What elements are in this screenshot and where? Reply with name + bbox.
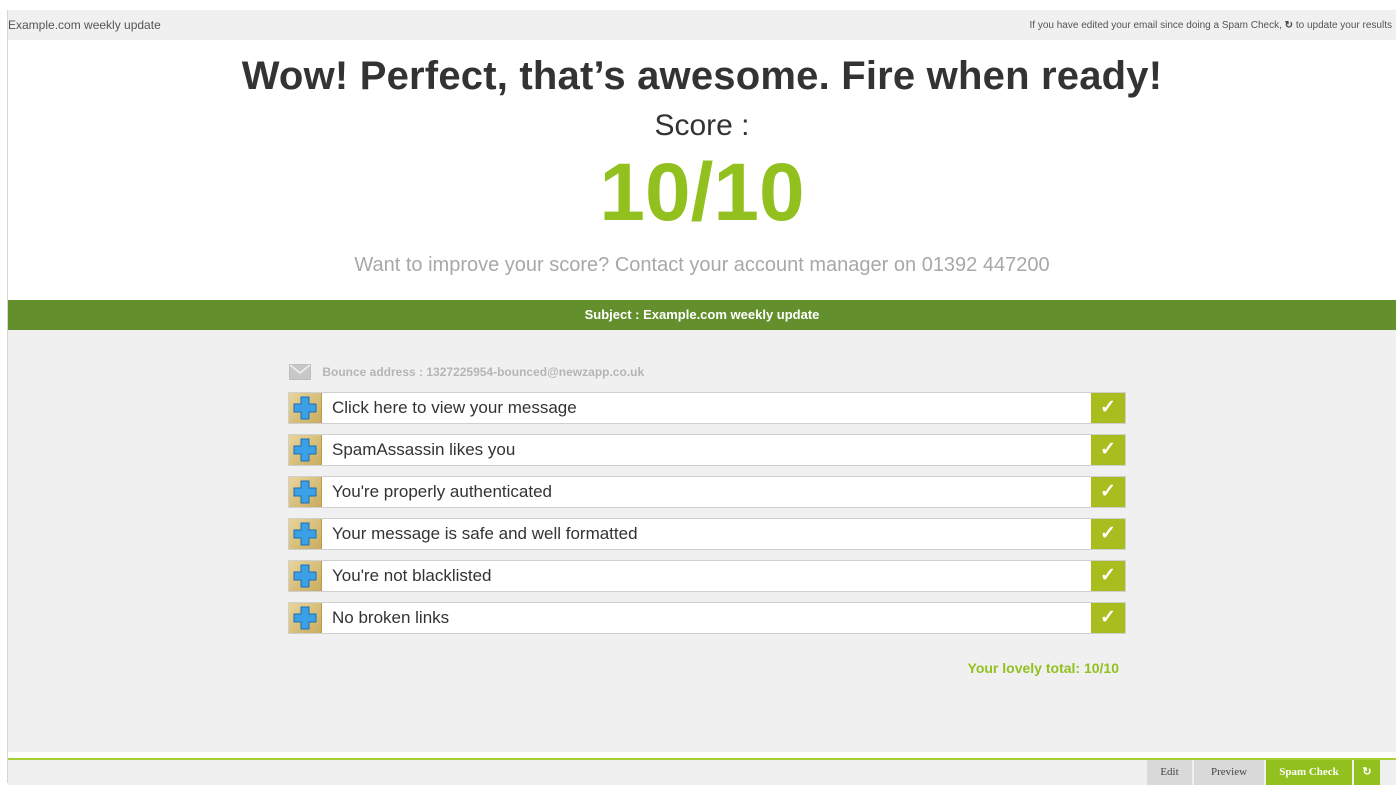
bounce-address-text: Bounce address : 1327225954-bounced@newz… <box>322 365 645 379</box>
refresh-notice-text-after: to update your results <box>1295 20 1392 31</box>
refresh-notice-text-before: If you have edited your email since doin… <box>1029 20 1282 31</box>
result-headline: Wow! Perfect, that’s awesome. Fire when … <box>241 54 1163 98</box>
check-list: Click here to view your message ✓ SpamAs… <box>288 392 1126 644</box>
expand-plus-icon[interactable] <box>289 393 322 423</box>
score-label: Score : <box>654 109 750 142</box>
total-score: Your lovely total: 10/10 <box>967 660 1119 676</box>
expand-plus-icon[interactable] <box>289 561 322 591</box>
expand-plus-icon[interactable] <box>289 477 322 507</box>
top-bar: Example.com weekly update If you have ed… <box>8 10 1396 40</box>
checkmark-icon: ✓ <box>1091 603 1125 633</box>
bottom-toolbar: Edit Preview Spam Check ↻ <box>8 758 1396 785</box>
check-label: No broken links <box>332 608 450 627</box>
check-row-authenticated[interactable]: You're properly authenticated ✓ <box>288 476 1126 508</box>
expand-plus-icon[interactable] <box>289 603 322 633</box>
expand-plus-icon[interactable] <box>289 435 322 465</box>
check-label: You're properly authenticated <box>332 482 552 501</box>
subject-bar: Subject : Example.com weekly update <box>8 300 1396 330</box>
checkmark-icon: ✓ <box>1091 435 1125 465</box>
envelope-icon <box>289 363 311 380</box>
expand-plus-icon[interactable] <box>289 519 322 549</box>
email-title: Example.com weekly update <box>8 18 161 32</box>
check-row-spamassassin[interactable]: SpamAssassin likes you ✓ <box>288 434 1126 466</box>
refresh-button[interactable]: ↻ <box>1354 760 1380 785</box>
check-row-safe-formatted[interactable]: Your message is safe and well formatted … <box>288 518 1126 550</box>
checkmark-icon: ✓ <box>1091 393 1125 423</box>
checkmark-icon: ✓ <box>1091 519 1125 549</box>
check-label: Your message is safe and well formatted <box>332 524 638 543</box>
spam-check-button[interactable]: Spam Check <box>1266 760 1352 785</box>
check-label: Click here to view your message <box>332 398 577 417</box>
edit-button[interactable]: Edit <box>1147 760 1192 785</box>
bounce-address: Bounce address : 1327225954-bounced@newz… <box>289 363 644 381</box>
check-label: SpamAssassin likes you <box>332 440 516 459</box>
check-row-blacklist[interactable]: You're not blacklisted ✓ <box>288 560 1126 592</box>
check-row-broken-links[interactable]: No broken links ✓ <box>288 602 1126 634</box>
check-label: You're not blacklisted <box>332 566 492 585</box>
results-panel: Bounce address : 1327225954-bounced@newz… <box>8 330 1396 752</box>
preview-button[interactable]: Preview <box>1194 760 1264 785</box>
improve-score-text: Want to improve your score? Contact your… <box>354 254 1050 276</box>
spam-check-window: Example.com weekly update If you have ed… <box>7 10 1396 785</box>
score-value: 10/10 <box>599 147 805 238</box>
checkmark-icon: ✓ <box>1091 477 1125 507</box>
refresh-notice: If you have edited your email since doin… <box>1030 20 1393 31</box>
check-row-view-message[interactable]: Click here to view your message ✓ <box>288 392 1126 424</box>
refresh-icon[interactable]: ↻ <box>1285 20 1293 31</box>
checkmark-icon: ✓ <box>1091 561 1125 591</box>
